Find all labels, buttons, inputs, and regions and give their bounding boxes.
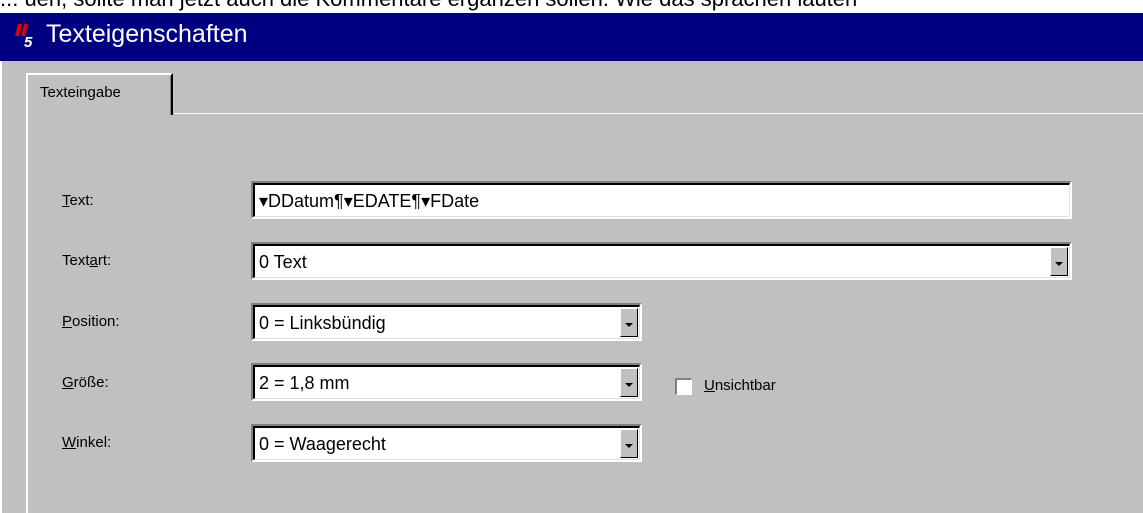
winkel-select-inner: 0 = Waagerecht: [253, 426, 640, 460]
textart-dropdown-button[interactable]: [1050, 247, 1068, 276]
position-label: Position:: [62, 313, 120, 330]
groesse-select[interactable]: 2 = 1,8 mm: [251, 363, 642, 401]
tab-label: Texteingabe: [40, 84, 121, 101]
app-logo-icon: 5: [12, 21, 42, 51]
text-input-inner: ▾DDatum¶▾EDATE¶▾FDate: [253, 183, 1070, 217]
position-select[interactable]: 0 = Linksbündig: [251, 303, 642, 341]
dropdown-arrow-icon: [625, 323, 633, 327]
tab-texteingabe[interactable]: Texteingabe: [26, 73, 173, 115]
dropdown-arrow-icon: [1055, 262, 1063, 266]
winkel-select[interactable]: 0 = Waagerecht: [251, 424, 642, 462]
text-input[interactable]: ▾DDatum¶▾EDATE¶▾FDate: [251, 181, 1072, 219]
title-bar[interactable]: 5 Texteigenschaften: [0, 13, 1143, 61]
dialog-window: 5 Texteigenschaften Texteingabe Text: ▾D…: [0, 13, 1143, 513]
svg-text:5: 5: [24, 34, 33, 51]
textart-select[interactable]: 0 Text: [251, 242, 1072, 280]
unsichtbar-label[interactable]: Unsichtbar: [704, 377, 776, 394]
textart-select-value: 0 Text: [259, 252, 307, 272]
dropdown-arrow-icon: [625, 383, 633, 387]
groesse-select-inner: 2 = 1,8 mm: [253, 365, 640, 399]
dropdown-arrow-icon: [625, 444, 633, 448]
background-document-text: ... uen, sollte man jetzt auch die Komme…: [0, 0, 857, 12]
position-select-inner: 0 = Linksbündig: [253, 305, 640, 339]
winkel-dropdown-button[interactable]: [620, 429, 638, 458]
text-label: Text:: [62, 192, 94, 209]
textart-select-inner: 0 Text: [253, 244, 1070, 278]
textart-label: Textart:: [62, 252, 112, 269]
position-select-value: 0 = Linksbündig: [259, 313, 386, 333]
window-title: Texteigenschaften: [46, 20, 248, 48]
window-frame-edge: [0, 61, 2, 513]
groesse-dropdown-button[interactable]: [620, 368, 638, 397]
groesse-select-value: 2 = 1,8 mm: [259, 373, 350, 393]
winkel-select-value: 0 = Waagerecht: [259, 434, 386, 454]
groesse-label: Größe:: [62, 374, 109, 391]
tab-shadow: [170, 75, 171, 115]
unsichtbar-checkbox[interactable]: [675, 378, 692, 395]
text-input-value: ▾DDatum¶▾EDATE¶▾FDate: [259, 191, 480, 211]
position-dropdown-button[interactable]: [620, 308, 638, 337]
winkel-label: Winkel:: [62, 434, 112, 451]
